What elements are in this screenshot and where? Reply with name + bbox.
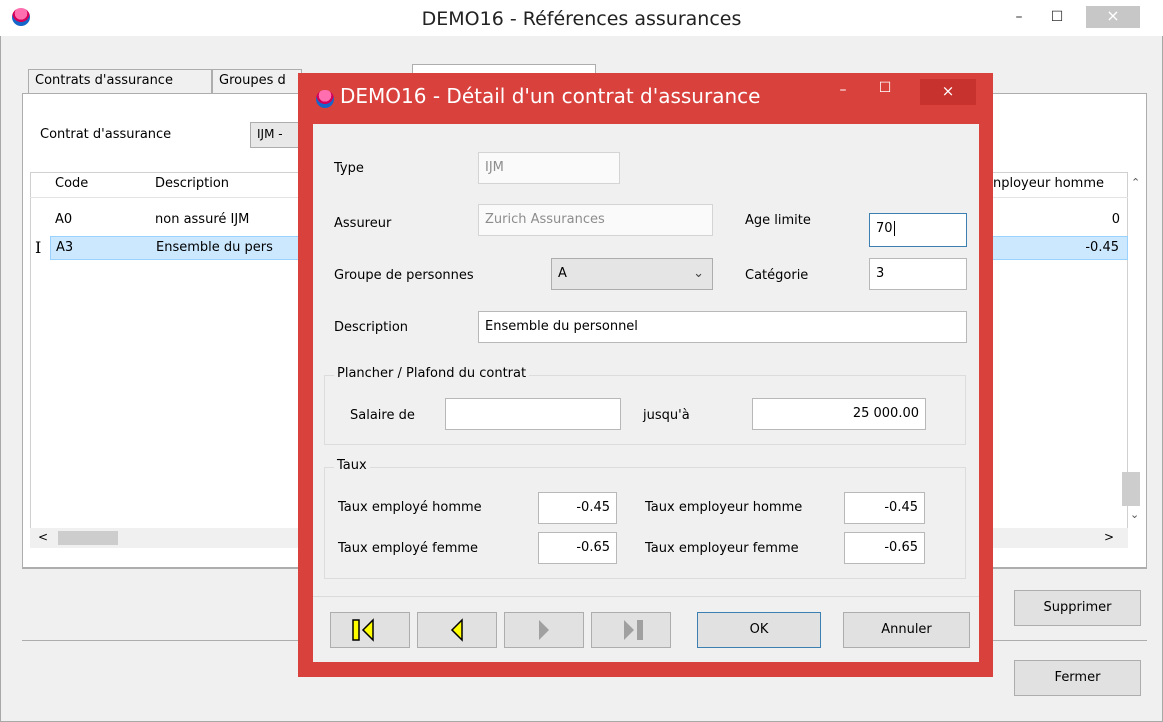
age-limit-value: 70	[876, 221, 893, 236]
group-select[interactable]: A ⌄	[551, 258, 713, 290]
insurer-field[interactable]: Zurich Assurances	[478, 204, 713, 236]
app-logo-icon	[316, 90, 334, 108]
column-header-employer-male[interactable]: nployeur homme	[993, 176, 1104, 191]
tab-contrats[interactable]: Contrats d'assurance	[28, 69, 212, 93]
rates-title: Taux	[334, 458, 370, 473]
contract-filter-label: Contrat d'assurance	[40, 127, 172, 142]
cell-employer-male: 0	[1111, 212, 1120, 227]
next-record-button[interactable]	[504, 612, 584, 648]
close-icon[interactable]: ×	[920, 79, 976, 105]
close-icon[interactable]: ×	[1086, 6, 1140, 28]
employee-female-rate-field[interactable]: -0.65	[538, 532, 617, 564]
salary-to-field[interactable]: 25 000.00	[752, 398, 926, 430]
insurer-label: Assureur	[334, 216, 392, 231]
category-field[interactable]: 3	[869, 258, 967, 290]
category-label: Catégorie	[745, 268, 809, 283]
cell-description: Ensemble du pers	[156, 240, 273, 255]
column-header-description[interactable]: Description	[155, 176, 229, 191]
employer-female-rate-label: Taux employeur femme	[645, 541, 799, 556]
column-header-code[interactable]: Code	[55, 176, 88, 191]
age-limit-field[interactable]: 70	[869, 213, 967, 247]
maximize-icon[interactable]: ☐	[872, 80, 898, 96]
minimize-icon[interactable]: –	[1004, 6, 1034, 30]
age-limit-label: Age limite	[745, 213, 811, 228]
text-cursor	[893, 221, 895, 236]
horizontal-scroll-thumb[interactable]	[58, 531, 118, 545]
scroll-right-icon[interactable]: >	[1104, 530, 1114, 544]
vertical-scroll-thumb[interactable]	[1122, 472, 1140, 506]
group-label: Groupe de personnes	[334, 268, 474, 283]
first-record-icon	[352, 618, 374, 642]
delete-button[interactable]: Supprimer	[1014, 590, 1141, 626]
minimize-icon[interactable]: –	[830, 82, 856, 98]
description-label: Description	[334, 320, 409, 335]
maximize-icon[interactable]: ☐	[1042, 6, 1072, 30]
next-record-icon	[539, 620, 549, 640]
tab-groupes[interactable]: Groupes d	[212, 69, 302, 93]
cell-description: non assuré IJM	[155, 212, 250, 227]
previous-record-icon	[450, 618, 463, 642]
main-window-title: DEMO16 - Références assurances	[421, 8, 742, 30]
row-marker-icon: I	[35, 238, 42, 257]
last-record-button[interactable]	[591, 612, 671, 648]
cell-employer-male: -0.45	[1085, 240, 1119, 255]
description-field[interactable]: Ensemble du personnel	[478, 311, 967, 343]
last-record-icon	[624, 620, 643, 640]
employee-male-rate-field[interactable]: -0.45	[538, 492, 617, 524]
type-label: Type	[334, 161, 364, 176]
contract-filter-select[interactable]: IJM -	[250, 122, 300, 148]
employer-male-rate-label: Taux employeur homme	[645, 500, 803, 515]
employee-male-rate-label: Taux employé homme	[338, 500, 482, 515]
type-field[interactable]: IJM	[478, 152, 620, 184]
first-record-button[interactable]	[330, 612, 410, 648]
scroll-down-icon[interactable]: ⌄	[1130, 508, 1139, 521]
employee-female-rate-label: Taux employé femme	[338, 541, 479, 556]
employer-male-rate-field[interactable]: -0.45	[844, 492, 925, 524]
cell-code: A0	[55, 212, 73, 227]
dialog-title: DEMO16 - Détail d'un contrat d'assurance	[340, 84, 761, 108]
ok-button[interactable]: OK	[697, 612, 821, 648]
floor-ceiling-title: Plancher / Plafond du contrat	[334, 366, 530, 381]
salary-from-label: Salaire de	[350, 408, 415, 423]
group-select-value: A	[558, 266, 567, 281]
close-button[interactable]: Fermer	[1014, 660, 1141, 696]
previous-record-button[interactable]	[417, 612, 497, 648]
salary-from-field[interactable]	[445, 398, 621, 430]
cell-code: A3	[56, 240, 74, 255]
scroll-left-icon[interactable]: <	[38, 530, 48, 544]
cancel-button[interactable]: Annuler	[843, 612, 970, 648]
employer-female-rate-field[interactable]: -0.65	[844, 532, 925, 564]
chevron-down-icon: ⌄	[693, 266, 704, 281]
salary-to-label: jusqu'à	[643, 408, 690, 423]
scroll-up-icon[interactable]: ⌃	[1131, 176, 1140, 189]
